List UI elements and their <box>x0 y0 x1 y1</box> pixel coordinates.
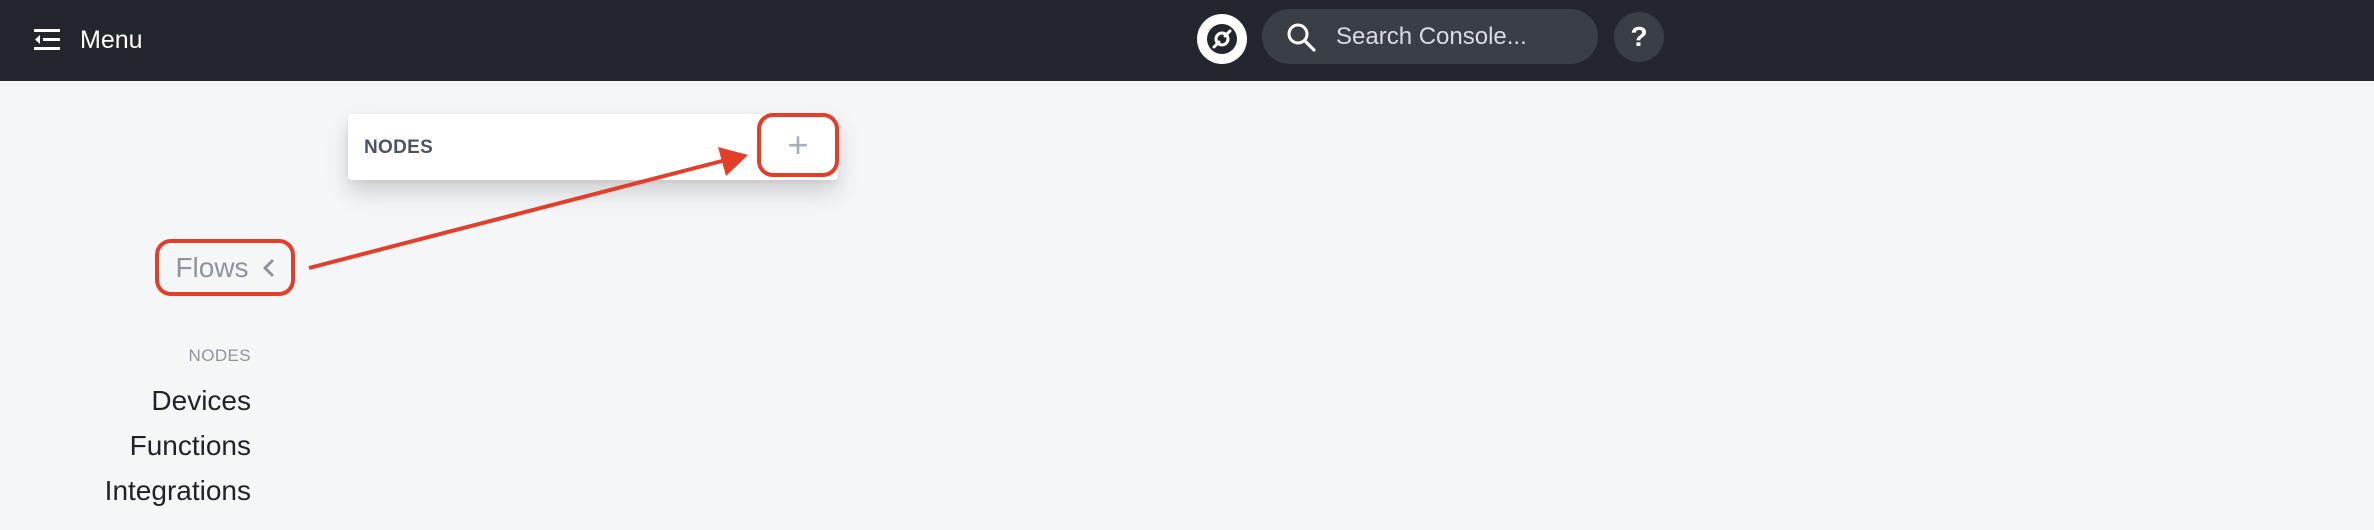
helium-logo-icon[interactable] <box>1197 14 1247 64</box>
flows-toggle-button[interactable]: Flows <box>155 239 295 296</box>
sidebar-item-functions[interactable]: Functions <box>105 423 251 468</box>
sidebar-section-label: NODES <box>188 346 251 365</box>
search-bar[interactable] <box>1262 9 1598 64</box>
search-input[interactable] <box>1336 22 1576 51</box>
chevron-left-icon <box>263 259 274 276</box>
add-node-button[interactable]: + <box>757 113 839 177</box>
sidebar-nav: NODES Devices Functions Integrations <box>105 346 251 513</box>
help-icon: ? <box>1630 21 1648 52</box>
search-icon <box>1287 23 1316 52</box>
menu-icon <box>34 29 60 50</box>
menu-button[interactable]: Menu <box>34 20 143 60</box>
menu-label: Menu <box>80 25 143 54</box>
sidebar-item-devices[interactable]: Devices <box>105 378 251 423</box>
plus-icon: + <box>787 124 809 165</box>
logo-mark <box>1207 24 1237 54</box>
top-navigation-bar: Menu ? <box>0 0 2374 81</box>
help-button[interactable]: ? <box>1614 12 1664 62</box>
nodes-panel-title: NODES <box>364 137 434 158</box>
flows-label: Flows <box>175 251 249 283</box>
sidebar-item-integrations[interactable]: Integrations <box>105 468 251 513</box>
